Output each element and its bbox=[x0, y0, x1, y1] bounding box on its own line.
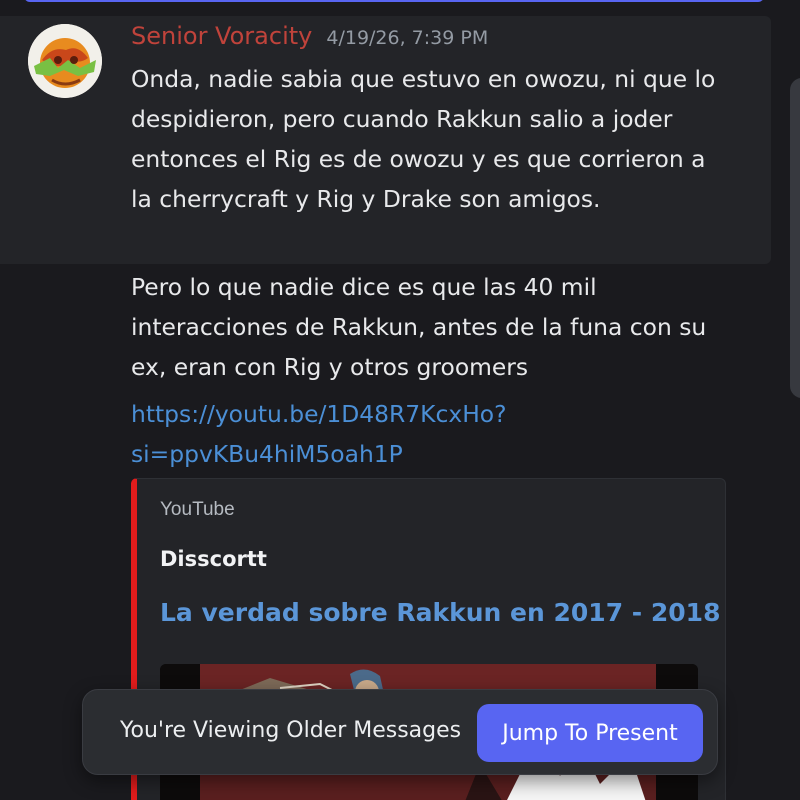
older-messages-text: You're Viewing Older Messages bbox=[120, 718, 462, 743]
scrollbar[interactable] bbox=[790, 78, 800, 398]
chat-view: Senior Voracity 4/19/26, 7:39 PM Onda, n… bbox=[0, 0, 800, 800]
embed-provider[interactable]: YouTube bbox=[160, 499, 235, 521]
embed-title[interactable]: La verdad sobre Rakkun en 2017 - 2018 bbox=[160, 598, 720, 627]
youtube-link[interactable]: https://youtu.be/1D48R7KcxHo?si=ppvKBu4h… bbox=[131, 394, 731, 474]
message-text: Pero lo que nadie dice es que las 40 mil… bbox=[131, 273, 707, 381]
previous-message-edge bbox=[24, 0, 764, 2]
avatar[interactable] bbox=[28, 24, 102, 98]
avatar-image bbox=[28, 24, 102, 98]
jump-to-present-button[interactable]: Jump To Present bbox=[477, 704, 703, 762]
timestamp: 4/19/26, 7:39 PM bbox=[326, 27, 489, 49]
embed-author[interactable]: Disscortt bbox=[160, 547, 267, 571]
older-messages-banner: You're Viewing Older Messages Jump To Pr… bbox=[82, 689, 718, 775]
message-header: Senior Voracity 4/19/26, 7:39 PM bbox=[131, 22, 488, 50]
username[interactable]: Senior Voracity bbox=[131, 22, 312, 50]
message-text: Onda, nadie sabia que estuvo en owozu, n… bbox=[131, 65, 716, 213]
